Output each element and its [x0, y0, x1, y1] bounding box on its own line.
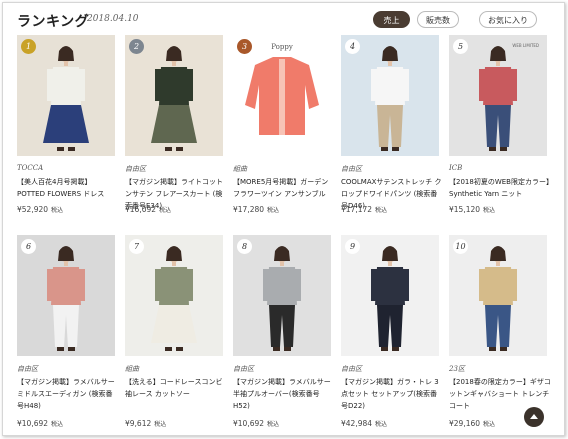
product-price: ¥16,092 税込 [125, 205, 171, 214]
product-price: ¥42,984 税込 [341, 419, 387, 428]
sort-tab-sales[interactable]: 売上 [373, 11, 410, 28]
product-image[interactable]: 1 [17, 35, 115, 156]
price-value: ¥52,920 [17, 205, 49, 214]
product-image[interactable]: 4 [341, 35, 439, 156]
svg-text:Poppy: Poppy [271, 43, 293, 51]
tax-label: 税込 [159, 207, 172, 214]
product-price: ¥17,280 税込 [233, 205, 279, 214]
tax-label: 税込 [375, 421, 388, 428]
rank-badge: 5 [453, 39, 468, 54]
ranking-panel: ランキング 2018.04.10 売上 販売数 お気に入り 1 TOCCA 【美人百… [2, 2, 565, 436]
product-brand: TOCCA [17, 164, 44, 172]
price-value: ¥17,280 [233, 205, 265, 214]
product-brand: 23区 [449, 365, 465, 373]
product-name[interactable]: 【美人百花4月号掲載】POTTED FLOWERS ドレス [17, 176, 119, 200]
sort-tab-quantity[interactable]: 販売数 [417, 11, 459, 28]
back-to-top-button[interactable] [524, 407, 544, 427]
product-price: ¥15,120 税込 [449, 205, 495, 214]
product-name[interactable]: 【マガジン掲載】ラメバルサーミドルスエーディガン (検索番号H48) [17, 376, 119, 412]
tax-label: 税込 [483, 207, 496, 214]
product-image[interactable]: 9 [341, 235, 439, 356]
price-value: ¥42,984 [341, 419, 373, 428]
tax-label: 税込 [154, 421, 167, 428]
rank-badge: 8 [237, 239, 252, 254]
product-brand: 自由区 [341, 365, 362, 373]
tax-label: 税込 [483, 421, 496, 428]
price-value: ¥16,092 [125, 205, 157, 214]
price-value: ¥29,160 [449, 419, 481, 428]
tax-label: 税込 [51, 207, 64, 214]
product-price: ¥17,172 税込 [341, 205, 387, 214]
product-name[interactable]: 【洗える】コードレースコンビ袖レース カットソー [125, 376, 227, 400]
product-image[interactable]: 2 [125, 35, 223, 156]
product-image[interactable]: WEB LIMITED 5 [449, 35, 547, 156]
product-brand: ICB [449, 164, 463, 172]
product-brand: 自由区 [341, 165, 362, 173]
product-price: ¥10,692 税込 [233, 419, 279, 428]
rank-badge: 10 [453, 239, 468, 254]
tax-label: 税込 [51, 421, 64, 428]
svg-text:WEB LIMITED: WEB LIMITED [512, 43, 539, 48]
product-brand: 組曲 [125, 365, 139, 373]
product-brand: 自由区 [233, 365, 254, 373]
tax-label: 税込 [375, 207, 388, 214]
price-value: ¥17,172 [341, 205, 373, 214]
product-name[interactable]: 【2018初夏のWEB限定カラー】Synthetic Yarn ニット [449, 176, 551, 200]
price-value: ¥9,612 [125, 419, 152, 428]
rank-badge: 2 [129, 39, 144, 54]
rank-badge: 6 [21, 239, 36, 254]
rank-badge: 3 [237, 39, 252, 54]
tax-label: 税込 [267, 421, 280, 428]
rank-badge: 1 [21, 39, 36, 54]
product-brand: 自由区 [125, 165, 146, 173]
product-name[interactable]: 【マガジン掲載】ラメバルサー半袖プルオーバー(検索番号H52) [233, 376, 335, 412]
product-image[interactable]: 7 [125, 235, 223, 356]
price-value: ¥10,692 [233, 419, 265, 428]
product-image[interactable]: 10 [449, 235, 547, 356]
sort-tab-favorites[interactable]: お気に入り [479, 11, 537, 28]
product-price: ¥10,692 税込 [17, 419, 63, 428]
price-value: ¥15,120 [449, 205, 481, 214]
rank-badge: 9 [345, 239, 360, 254]
tax-label: 税込 [267, 207, 280, 214]
rank-badge: 4 [345, 39, 360, 54]
product-name[interactable]: 【MORE5月号掲載】ガーデンフラワーツイン アンサンブル [233, 176, 335, 200]
ranking-header: ランキング 2018.04.10 売上 販売数 お気に入り [17, 11, 550, 31]
chevron-up-icon [524, 407, 544, 427]
product-brand: 自由区 [17, 365, 38, 373]
rank-badge: 7 [129, 239, 144, 254]
product-image[interactable]: 8 [233, 235, 331, 356]
product-price: ¥9,612 税込 [125, 419, 166, 428]
ranking-date: 2018.04.10 [87, 14, 139, 24]
price-value: ¥10,692 [17, 419, 49, 428]
product-price: ¥52,920 税込 [17, 205, 63, 214]
page-title: ランキング [17, 14, 90, 30]
product-image[interactable]: 6 [17, 235, 115, 356]
product-brand: 組曲 [233, 165, 247, 173]
product-name[interactable]: 【マガジン掲載】ガラ・トレ 3点セット セットアップ(検索番号D22) [341, 376, 443, 412]
product-image[interactable]: Poppy 3 [233, 35, 331, 156]
product-price: ¥29,160 税込 [449, 419, 495, 428]
